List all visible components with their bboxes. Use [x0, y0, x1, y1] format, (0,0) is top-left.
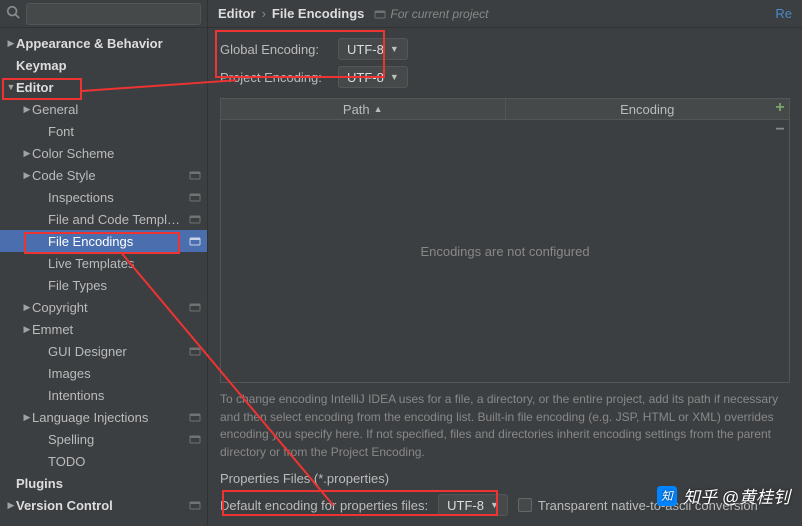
tree-item-version-control[interactable]: ▶Version Control — [0, 494, 207, 516]
project-icon — [189, 345, 201, 357]
global-encoding-label: Global Encoding: — [220, 42, 330, 57]
global-encoding-value: UTF-8 — [347, 42, 384, 57]
project-icon — [189, 411, 201, 423]
tree-item-lang-injections[interactable]: ▶Language Injections — [0, 406, 207, 428]
tree-item-general[interactable]: ▶General — [0, 98, 207, 120]
arrow-right-icon: ▶ — [22, 324, 32, 335]
checkbox-box-icon — [518, 498, 532, 512]
arrow-right-icon: ▶ — [22, 104, 32, 115]
project-icon — [189, 499, 201, 511]
chevron-down-icon: ▼ — [490, 500, 499, 510]
tree-item-file-types[interactable]: File Types — [0, 274, 207, 296]
properties-encoding-value: UTF-8 — [447, 498, 484, 513]
settings-content: Editor › File Encodings For current proj… — [208, 0, 802, 526]
native-to-ascii-checkbox[interactable]: Transparent native-to-ascii conversion — [518, 498, 758, 513]
crumb-editor[interactable]: Editor — [218, 6, 256, 21]
breadcrumb: Editor › File Encodings For current proj… — [208, 0, 802, 28]
project-icon — [189, 235, 201, 247]
chevron-down-icon: ▼ — [390, 44, 399, 54]
tree-item-images[interactable]: Images — [0, 362, 207, 384]
native-to-ascii-label: Transparent native-to-ascii conversion — [538, 498, 758, 513]
properties-encoding-combo[interactable]: UTF-8 ▼ — [438, 494, 508, 516]
crumb-file-encodings: File Encodings — [272, 6, 364, 21]
tree-item-live-templates[interactable]: Live Templates — [0, 252, 207, 274]
arrow-right-icon: ▶ — [6, 500, 16, 511]
tree-item-code-style[interactable]: ▶Code Style — [0, 164, 207, 186]
tree-item-appearance[interactable]: ▶Appearance & Behavior — [0, 32, 207, 54]
tree-item-keymap[interactable]: Keymap — [0, 54, 207, 76]
col-path[interactable]: Path▲ — [221, 99, 506, 119]
project-icon — [189, 169, 201, 181]
settings-tree: ▶Appearance & Behavior Keymap ▼Editor ▶G… — [0, 28, 207, 526]
add-path-button[interactable]: + — [770, 98, 790, 118]
project-icon — [189, 213, 201, 225]
encodings-table-body: Encodings are not configured + − — [220, 120, 790, 383]
empty-text: Encodings are not configured — [420, 244, 589, 259]
tree-item-file-code-templates[interactable]: File and Code Templates — [0, 208, 207, 230]
project-icon — [189, 191, 201, 203]
tree-item-plugins[interactable]: Plugins — [0, 472, 207, 494]
properties-encoding-label: Default encoding for properties files: — [220, 498, 428, 513]
arrow-down-icon: ▼ — [6, 82, 16, 92]
project-encoding-combo[interactable]: UTF-8 ▼ — [338, 66, 408, 88]
search-icon — [6, 5, 20, 22]
properties-section-title: Properties Files (*.properties) — [220, 471, 790, 486]
arrow-right-icon: ▶ — [6, 38, 16, 49]
tree-item-spelling[interactable]: Spelling — [0, 428, 207, 450]
tree-item-emmet[interactable]: ▶Emmet — [0, 318, 207, 340]
project-encoding-label: Project Encoding: — [220, 70, 330, 85]
col-encoding[interactable]: Encoding — [506, 99, 790, 119]
settings-sidebar: ▶Appearance & Behavior Keymap ▼Editor ▶G… — [0, 0, 208, 526]
tree-item-file-encodings[interactable]: File Encodings — [0, 230, 207, 252]
tree-item-font[interactable]: Font — [0, 120, 207, 142]
reset-link[interactable]: Re — [775, 6, 792, 21]
project-icon — [189, 433, 201, 445]
project-icon — [374, 8, 386, 20]
tree-item-gui-designer[interactable]: GUI Designer — [0, 340, 207, 362]
arrow-right-icon: ▶ — [22, 412, 32, 423]
properties-row: Default encoding for properties files: U… — [220, 494, 790, 516]
arrow-right-icon: ▶ — [22, 170, 32, 181]
global-encoding-combo[interactable]: UTF-8 ▼ — [338, 38, 408, 60]
tree-item-intentions[interactable]: Intentions — [0, 384, 207, 406]
tree-item-inspections[interactable]: Inspections — [0, 186, 207, 208]
crumb-scope: For current project — [370, 7, 488, 21]
search-input[interactable] — [26, 3, 201, 25]
project-icon — [189, 301, 201, 313]
tree-item-editor[interactable]: ▼Editor — [0, 76, 207, 98]
chevron-down-icon: ▼ — [390, 72, 399, 82]
encoding-form: Global Encoding: UTF-8 ▼ Project Encodin… — [220, 38, 408, 88]
crumb-separator-icon: › — [262, 6, 266, 21]
encodings-table-header: Path▲ Encoding — [220, 98, 790, 120]
sort-asc-icon: ▲ — [374, 104, 383, 114]
arrow-right-icon: ▶ — [22, 148, 32, 159]
search-bar — [0, 0, 207, 28]
help-hint: To change encoding IntelliJ IDEA uses fo… — [220, 391, 790, 461]
remove-path-button[interactable]: − — [770, 120, 790, 140]
tree-item-color-scheme[interactable]: ▶Color Scheme — [0, 142, 207, 164]
project-encoding-value: UTF-8 — [347, 70, 384, 85]
tree-item-todo[interactable]: TODO — [0, 450, 207, 472]
arrow-right-icon: ▶ — [22, 302, 32, 313]
tree-item-copyright[interactable]: ▶Copyright — [0, 296, 207, 318]
